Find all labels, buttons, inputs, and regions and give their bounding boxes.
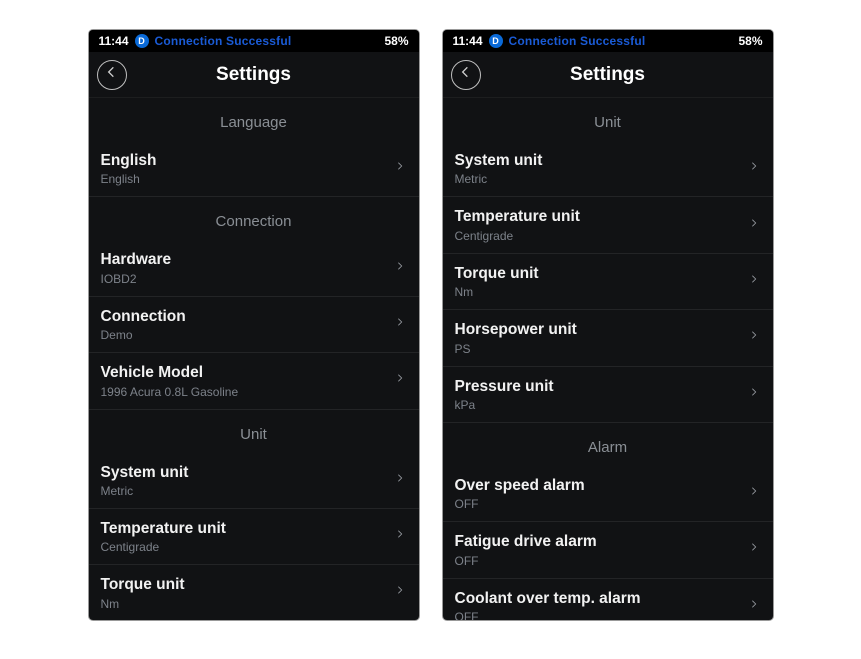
row-fatigue-drive-alarm[interactable]: Fatigue drive alarm OFF [443, 522, 773, 578]
row-label: Hardware [101, 250, 395, 269]
row-connection[interactable]: Connection Demo [89, 297, 419, 353]
row-label: Connection [101, 307, 395, 326]
chevron-right-icon [749, 539, 759, 560]
row-horsepower-unit[interactable]: Horsepower unit PS [443, 310, 773, 366]
row-over-speed-alarm[interactable]: Over speed alarm OFF [443, 466, 773, 522]
row-label: System unit [455, 151, 749, 170]
row-value: OFF [455, 610, 749, 620]
status-time: 11:44 [453, 34, 483, 48]
chevron-right-icon [395, 526, 405, 547]
chevron-right-icon [395, 314, 405, 335]
row-system-unit[interactable]: System unit Metric [443, 141, 773, 197]
status-message: Connection Successful [155, 34, 385, 48]
row-value: English [101, 172, 395, 186]
nav-header: Settings [89, 52, 419, 98]
row-torque-unit[interactable]: Torque unit Nm [443, 254, 773, 310]
row-label: Vehicle Model [101, 363, 395, 382]
arrow-left-icon [104, 64, 120, 85]
row-value: kPa [455, 398, 749, 412]
nav-header: Settings [443, 52, 773, 98]
row-language-english[interactable]: English English [89, 141, 419, 197]
chevron-right-icon [749, 384, 759, 405]
back-button[interactable] [451, 60, 481, 90]
row-vehicle-model[interactable]: Vehicle Model 1996 Acura 0.8L Gasoline [89, 353, 419, 409]
row-pressure-unit[interactable]: Pressure unit kPa [443, 367, 773, 423]
status-time: 11:44 [99, 34, 129, 48]
chevron-right-icon [749, 596, 759, 617]
settings-list[interactable]: Language English English Connection Hard… [89, 98, 419, 620]
arrow-left-icon [458, 64, 474, 85]
settings-list[interactable]: Unit System unit Metric Temperature unit… [443, 98, 773, 620]
row-torque-unit[interactable]: Torque unit Nm [89, 565, 419, 620]
chevron-right-icon [395, 470, 405, 491]
row-system-unit[interactable]: System unit Metric [89, 453, 419, 509]
row-value: IOBD2 [101, 272, 395, 286]
row-value: Nm [101, 597, 395, 611]
back-button[interactable] [97, 60, 127, 90]
status-indicator-icon: D [135, 34, 149, 48]
row-temperature-unit[interactable]: Temperature unit Centigrade [89, 509, 419, 565]
row-value: Nm [455, 285, 749, 299]
row-value: 1996 Acura 0.8L Gasoline [101, 385, 395, 399]
row-label: Fatigue drive alarm [455, 532, 749, 551]
row-label: Coolant over temp. alarm [455, 589, 749, 608]
chevron-right-icon [749, 483, 759, 504]
row-coolant-over-temp-alarm[interactable]: Coolant over temp. alarm OFF [443, 579, 773, 620]
row-value: OFF [455, 554, 749, 568]
page-title: Settings [570, 64, 645, 86]
chevron-right-icon [395, 370, 405, 391]
chevron-right-icon [749, 215, 759, 236]
status-battery: 58% [384, 34, 408, 48]
row-value: Metric [101, 484, 395, 498]
section-header-language: Language [89, 98, 419, 141]
phone-screen-left: 11:44 D Connection Successful 58% Settin… [89, 30, 419, 620]
status-indicator-icon: D [489, 34, 503, 48]
chevron-right-icon [749, 271, 759, 292]
chevron-right-icon [395, 582, 405, 603]
chevron-right-icon [749, 327, 759, 348]
row-label: Torque unit [455, 264, 749, 283]
row-value: Centigrade [101, 540, 395, 554]
row-label: Horsepower unit [455, 320, 749, 339]
row-label: English [101, 151, 395, 170]
status-bar: 11:44 D Connection Successful 58% [443, 30, 773, 52]
status-message: Connection Successful [509, 34, 739, 48]
row-value: Metric [455, 172, 749, 186]
row-label: Torque unit [101, 575, 395, 594]
row-value: Centigrade [455, 229, 749, 243]
row-hardware[interactable]: Hardware IOBD2 [89, 240, 419, 296]
section-header-unit: Unit [443, 98, 773, 141]
row-value: PS [455, 342, 749, 356]
row-temperature-unit[interactable]: Temperature unit Centigrade [443, 197, 773, 253]
page-title: Settings [216, 64, 291, 86]
section-header-alarm: Alarm [443, 423, 773, 466]
section-header-connection: Connection [89, 197, 419, 240]
row-value: Demo [101, 328, 395, 342]
section-header-unit: Unit [89, 410, 419, 453]
chevron-right-icon [395, 158, 405, 179]
status-bar: 11:44 D Connection Successful 58% [89, 30, 419, 52]
row-value: OFF [455, 497, 749, 511]
phone-screen-right: 11:44 D Connection Successful 58% Settin… [443, 30, 773, 620]
row-label: Temperature unit [101, 519, 395, 538]
row-label: Temperature unit [455, 207, 749, 226]
chevron-right-icon [395, 258, 405, 279]
status-battery: 58% [738, 34, 762, 48]
row-label: Over speed alarm [455, 476, 749, 495]
row-label: Pressure unit [455, 377, 749, 396]
row-label: System unit [101, 463, 395, 482]
chevron-right-icon [749, 158, 759, 179]
